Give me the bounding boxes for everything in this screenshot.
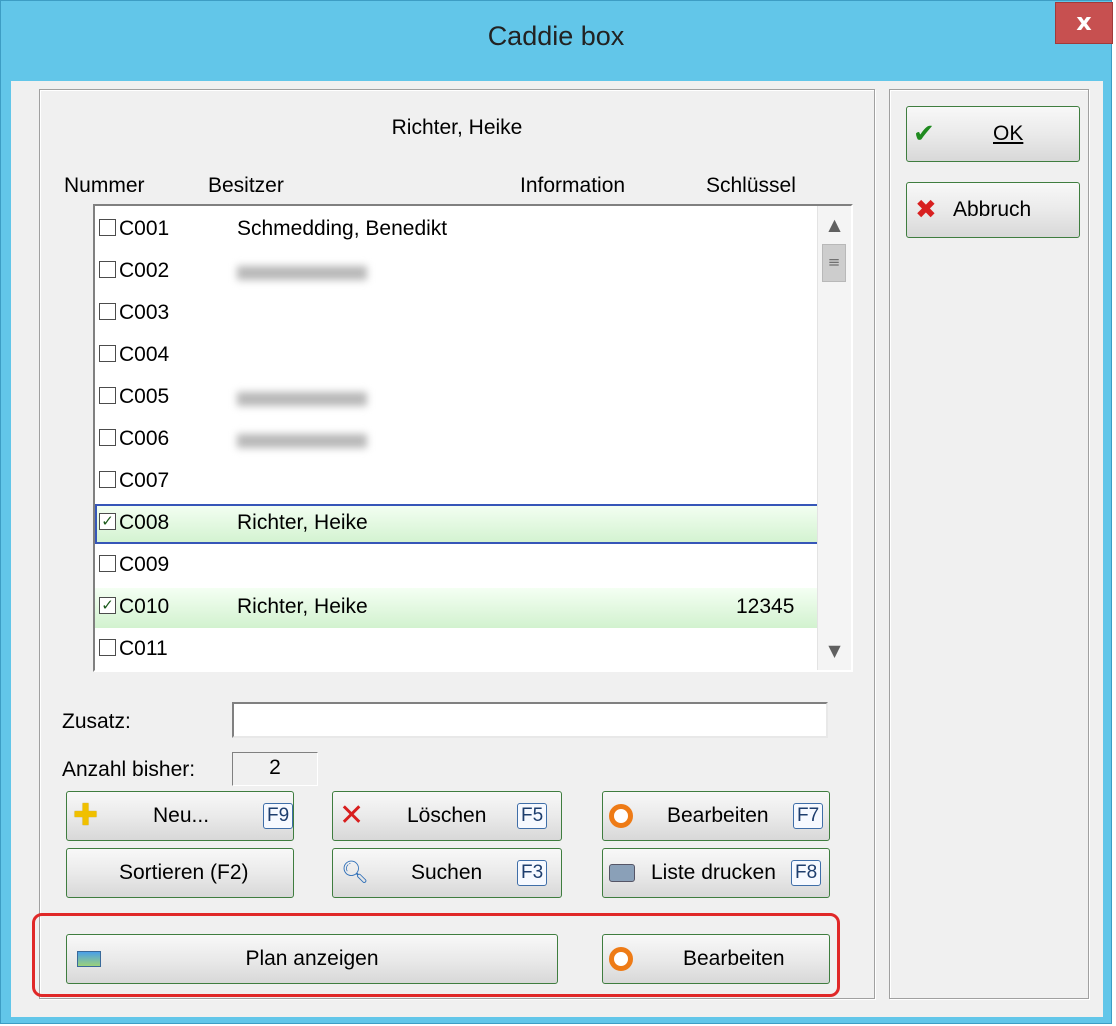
print-list-button-label: Liste drucken bbox=[651, 861, 776, 884]
ok-button-label: OK bbox=[993, 122, 1024, 145]
cancel-button[interactable]: ✖ Abbruch bbox=[906, 182, 1080, 238]
unchecked-checkbox[interactable] bbox=[99, 303, 116, 320]
list-item[interactable]: C005 bbox=[95, 378, 819, 418]
row-owner-redacted bbox=[237, 392, 367, 406]
f9-key-badge: F9 bbox=[263, 803, 294, 829]
search-button-label: Suchen bbox=[411, 861, 483, 884]
list-item[interactable]: ✓ C010 Richter, Heike 12345 bbox=[95, 588, 819, 628]
new-button[interactable]: ✚ Neu... F9 bbox=[66, 791, 294, 841]
unchecked-checkbox[interactable] bbox=[99, 261, 116, 278]
checked-checkbox[interactable]: ✓ bbox=[99, 597, 116, 614]
close-button[interactable]: x bbox=[1055, 2, 1113, 44]
unchecked-checkbox[interactable] bbox=[99, 345, 116, 362]
f8-key-badge: F8 bbox=[791, 860, 822, 886]
search-button[interactable]: 🔍︎ Suchen F3 bbox=[332, 848, 562, 898]
edit-plan-button[interactable]: Bearbeiten bbox=[602, 934, 830, 984]
unchecked-checkbox[interactable] bbox=[99, 219, 116, 236]
edit-button-label: Bearbeiten bbox=[667, 804, 769, 827]
count-value: 2 bbox=[232, 752, 318, 786]
list-item[interactable]: ✓ C008 Richter, Heike bbox=[95, 504, 819, 544]
list-item[interactable]: C003 bbox=[95, 294, 819, 334]
unchecked-checkbox[interactable] bbox=[99, 639, 116, 656]
list-item[interactable]: C002 bbox=[95, 252, 819, 292]
edit-ring-icon bbox=[609, 947, 633, 971]
row-owner-redacted bbox=[237, 434, 367, 448]
show-plan-button[interactable]: Plan anzeigen bbox=[66, 934, 558, 984]
row-owner: Richter, Heike bbox=[237, 595, 368, 618]
window-title: Caddie box bbox=[487, 21, 625, 51]
row-number: C001 bbox=[119, 217, 170, 240]
dialog-actions-group: ✔ OK ✖ Abbruch bbox=[889, 89, 1089, 999]
column-header-key: Schlüssel bbox=[706, 174, 796, 197]
list-item[interactable]: C007 bbox=[95, 462, 819, 502]
scroll-down-arrow-icon[interactable]: ▼ bbox=[818, 636, 851, 666]
delete-x-icon: ✕ bbox=[339, 798, 365, 833]
row-key: 12345 bbox=[736, 595, 795, 618]
list-item[interactable]: C001 Schmedding, Benedikt bbox=[95, 210, 819, 250]
count-label: Anzahl bisher: bbox=[62, 758, 196, 781]
row-number: C009 bbox=[119, 553, 170, 576]
unchecked-checkbox[interactable] bbox=[99, 471, 116, 488]
column-header-number: Nummer bbox=[64, 174, 145, 197]
new-button-label: Neu... bbox=[153, 804, 210, 827]
plus-icon: ✚ bbox=[73, 798, 99, 833]
row-number: C008 bbox=[119, 511, 170, 534]
show-plan-button-label: Plan anzeigen bbox=[245, 947, 379, 970]
scroll-up-arrow-icon[interactable]: ▲ bbox=[818, 210, 851, 240]
sort-button-label: Sortieren (F2) bbox=[119, 861, 249, 884]
unchecked-checkbox[interactable] bbox=[99, 387, 116, 404]
printer-icon bbox=[609, 864, 635, 882]
row-owner: Richter, Heike bbox=[237, 511, 368, 534]
cancel-button-label: Abbruch bbox=[953, 198, 1032, 221]
column-header-owner: Besitzer bbox=[208, 174, 284, 197]
row-number: C007 bbox=[119, 469, 170, 492]
caddie-box-group: Richter, Heike Nummer Besitzer Informati… bbox=[32, 89, 875, 999]
edit-plan-button-label: Bearbeiten bbox=[683, 947, 785, 970]
row-number: C004 bbox=[119, 343, 170, 366]
print-list-button[interactable]: Liste drucken F8 bbox=[602, 848, 830, 898]
row-number: C011 bbox=[119, 637, 168, 660]
list-item[interactable]: C006 bbox=[95, 420, 819, 460]
unchecked-checkbox[interactable] bbox=[99, 555, 116, 572]
row-number: C002 bbox=[119, 259, 170, 282]
magnifier-icon: 🔍︎ bbox=[341, 860, 369, 886]
list-item[interactable]: C004 bbox=[95, 336, 819, 376]
sort-button[interactable]: Sortieren (F2) bbox=[66, 848, 294, 898]
zusatz-input[interactable] bbox=[232, 702, 828, 738]
cancel-x-icon: ✖ bbox=[915, 195, 937, 225]
edit-button[interactable]: Bearbeiten F7 bbox=[602, 791, 830, 841]
ok-button[interactable]: ✔ OK bbox=[906, 106, 1080, 162]
f3-key-badge: F3 bbox=[517, 860, 548, 886]
list-item[interactable]: C009 bbox=[95, 546, 819, 586]
row-owner-redacted bbox=[237, 266, 367, 280]
checkmark-icon: ✔ bbox=[913, 119, 935, 149]
dialog-window: Caddie box x Richter, Heike Nummer Besit… bbox=[0, 0, 1113, 1024]
scroll-thumb[interactable]: ≡ bbox=[822, 244, 846, 282]
person-header: Richter, Heike bbox=[391, 116, 523, 139]
checked-checkbox[interactable]: ✓ bbox=[99, 513, 116, 530]
vertical-scrollbar[interactable]: ▲ ≡ ▼ bbox=[817, 206, 851, 670]
edit-ring-icon bbox=[609, 804, 633, 828]
title-bar[interactable]: Caddie box bbox=[1, 1, 1111, 81]
row-number: C005 bbox=[119, 385, 170, 408]
row-number: C006 bbox=[119, 427, 170, 450]
f7-key-badge: F7 bbox=[793, 803, 824, 829]
list-item[interactable]: C011 bbox=[95, 630, 819, 670]
delete-button-label: Löschen bbox=[407, 804, 487, 827]
column-header-information: Information bbox=[520, 174, 626, 197]
row-owner: Schmedding, Benedikt bbox=[237, 217, 448, 240]
unchecked-checkbox[interactable] bbox=[99, 429, 116, 446]
row-number: C003 bbox=[119, 301, 170, 324]
delete-button[interactable]: ✕ Löschen F5 bbox=[332, 791, 562, 841]
zusatz-label: Zusatz: bbox=[62, 710, 131, 733]
row-number: C010 bbox=[119, 595, 170, 618]
f5-key-badge: F5 bbox=[517, 803, 548, 829]
dialog-client-area: Richter, Heike Nummer Besitzer Informati… bbox=[11, 81, 1103, 1017]
caddie-box-list[interactable]: C011 ✓ C010 Richter, Heike 12345 C009 ✓ C008 Ric… bbox=[93, 204, 853, 672]
